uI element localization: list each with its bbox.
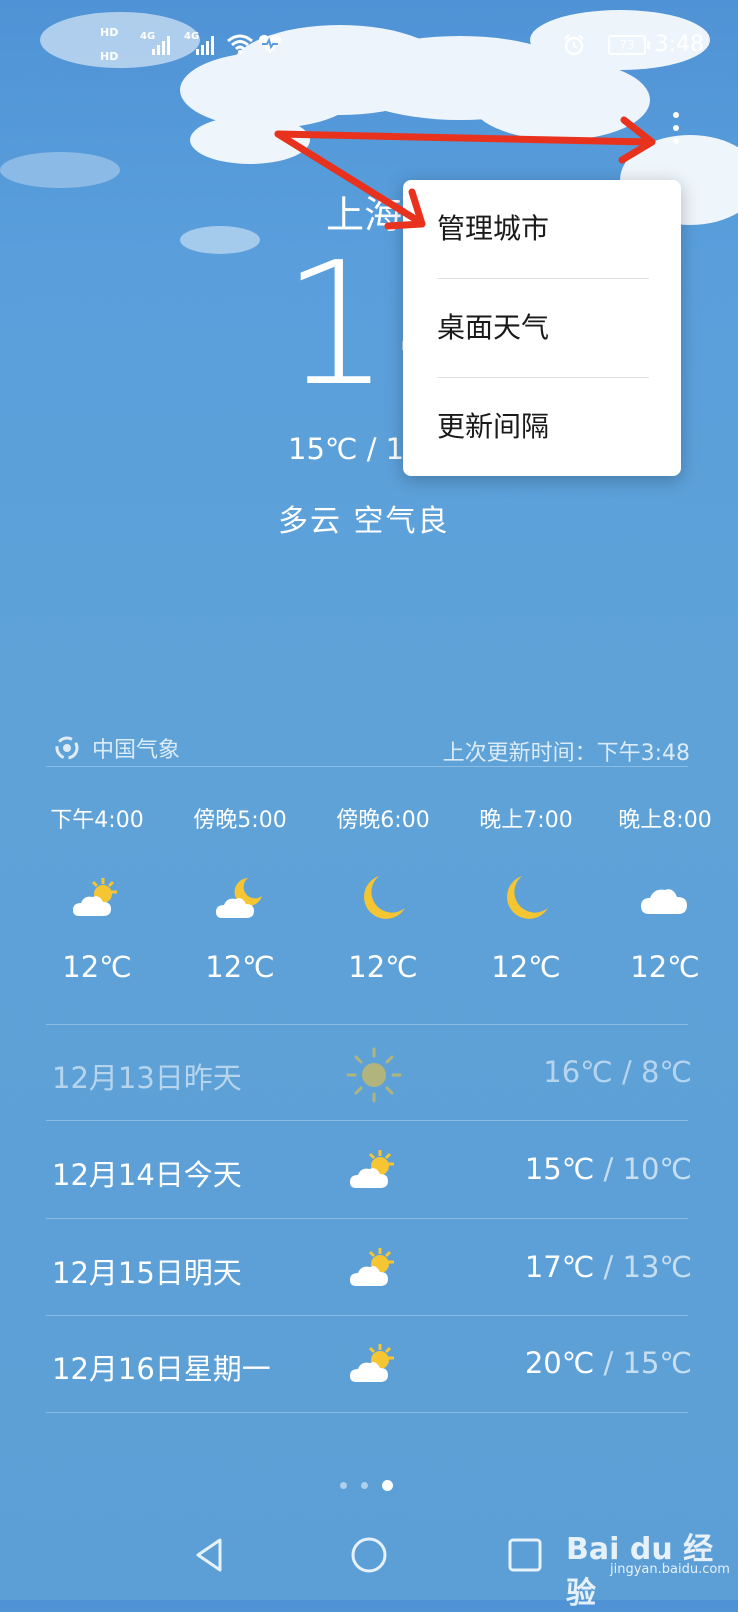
day-high: 17℃ [524,1250,595,1284]
moon-icon [364,876,405,919]
menu-item-desktop-weather[interactable]: 桌面天气 [437,279,649,377]
hour-temp: 12℃ [62,950,132,984]
divider [46,1218,688,1219]
menu-item-manage-cities[interactable]: 管理城市 [437,180,649,278]
day-date: 12月13日昨天 [52,1061,242,1095]
hour-temp: 12℃ [205,950,275,984]
day-high: 16℃ [543,1055,613,1089]
day-high: 15℃ [524,1152,595,1186]
day-date: 12月14日今天 [52,1158,242,1192]
hd-badge: HD [100,50,119,63]
wifi-icon [227,34,253,54]
day-high: 20℃ [524,1346,595,1380]
day-temp-range: 20℃ / 15℃ [525,1346,692,1380]
moon-icon [507,876,548,919]
page-dot[interactable] [340,1482,347,1489]
hour-temp: 12℃ [348,950,418,984]
today-temperature-range: 15℃ / 1 [288,432,405,466]
heart-health-icon [259,34,281,53]
sun-cloud-icon [350,1248,394,1286]
source-label: 中国气象 [92,738,181,763]
daily-row: 12月14日今天 15℃ / 10℃ [52,1142,692,1202]
day-low: 8℃ [640,1055,692,1089]
hour-temp: 12℃ [491,950,561,984]
day-temp-range: 16℃ / 8℃ [543,1055,692,1089]
weather-service-logo-icon [55,736,79,760]
temp-separator: / [594,1346,623,1380]
day-temp-range: 17℃ / 13℃ [525,1250,692,1284]
status-time: 3:48 [654,32,704,57]
divider [46,1024,688,1025]
signal-bars-icon [152,33,170,55]
daily-row: 12月16日星期一 20℃ / 15℃ [52,1336,692,1396]
options-menu: 管理城市 桌面天气 更新间隔 [403,180,681,476]
hour-time: 下午4:00 [50,808,144,833]
menu-item-update-interval[interactable]: 更新间隔 [437,378,649,476]
hour-time: 晚上8:00 [618,808,712,833]
temp-separator: / [612,1055,641,1089]
temp-separator: / [594,1152,623,1186]
cloud-icon [641,889,687,914]
day-low: 10℃ [622,1152,692,1186]
day-date: 12月15日明天 [52,1256,242,1290]
battery-icon: 73 [608,35,650,55]
sun-cloud-icon [350,1150,394,1188]
watermark-url: jingyan.baidu.com [610,1562,730,1577]
hour-temp: 12℃ [630,950,700,984]
hour-time: 晚上7:00 [479,808,573,833]
day-low: 13℃ [622,1250,692,1284]
recent-apps-icon[interactable] [502,1532,548,1578]
divider [46,1412,688,1413]
moon-cloud-icon [216,878,262,918]
home-icon[interactable] [346,1532,392,1578]
day-low: 15℃ [622,1346,692,1380]
weather-condition: 多云 空气良 [278,504,450,539]
sun-cloud-icon [350,1344,394,1382]
daily-row: 12月15日明天 17℃ / 13℃ [52,1240,692,1300]
sun-icon [346,1047,402,1103]
alarm-icon [564,34,584,56]
sun-cloud-icon [73,878,117,916]
day-date: 12月16日星期一 [52,1352,271,1386]
status-bar: HD HD 4G 4G 73 3:48 [0,0,738,90]
data-source: 中国气象 [54,732,180,764]
divider [46,766,688,767]
page-indicator [340,1480,393,1491]
day-temp-range: 15℃ / 10℃ [525,1152,692,1186]
divider [46,1120,688,1121]
divider [46,1315,688,1316]
hour-time: 傍晚6:00 [336,808,430,833]
more-options-icon[interactable] [666,112,686,152]
daily-row: 12月13日昨天 16℃ / 8℃ [52,1045,692,1105]
signal-bars-icon [196,33,214,55]
back-icon[interactable] [188,1532,234,1578]
temp-separator: / [594,1250,623,1284]
page-dot-active[interactable] [382,1480,393,1491]
hd-badge: HD [100,26,119,39]
page-dot[interactable] [361,1482,368,1489]
hour-time: 傍晚5:00 [193,808,287,833]
last-update-time: 上次更新时间：下午3:48 [442,741,690,766]
